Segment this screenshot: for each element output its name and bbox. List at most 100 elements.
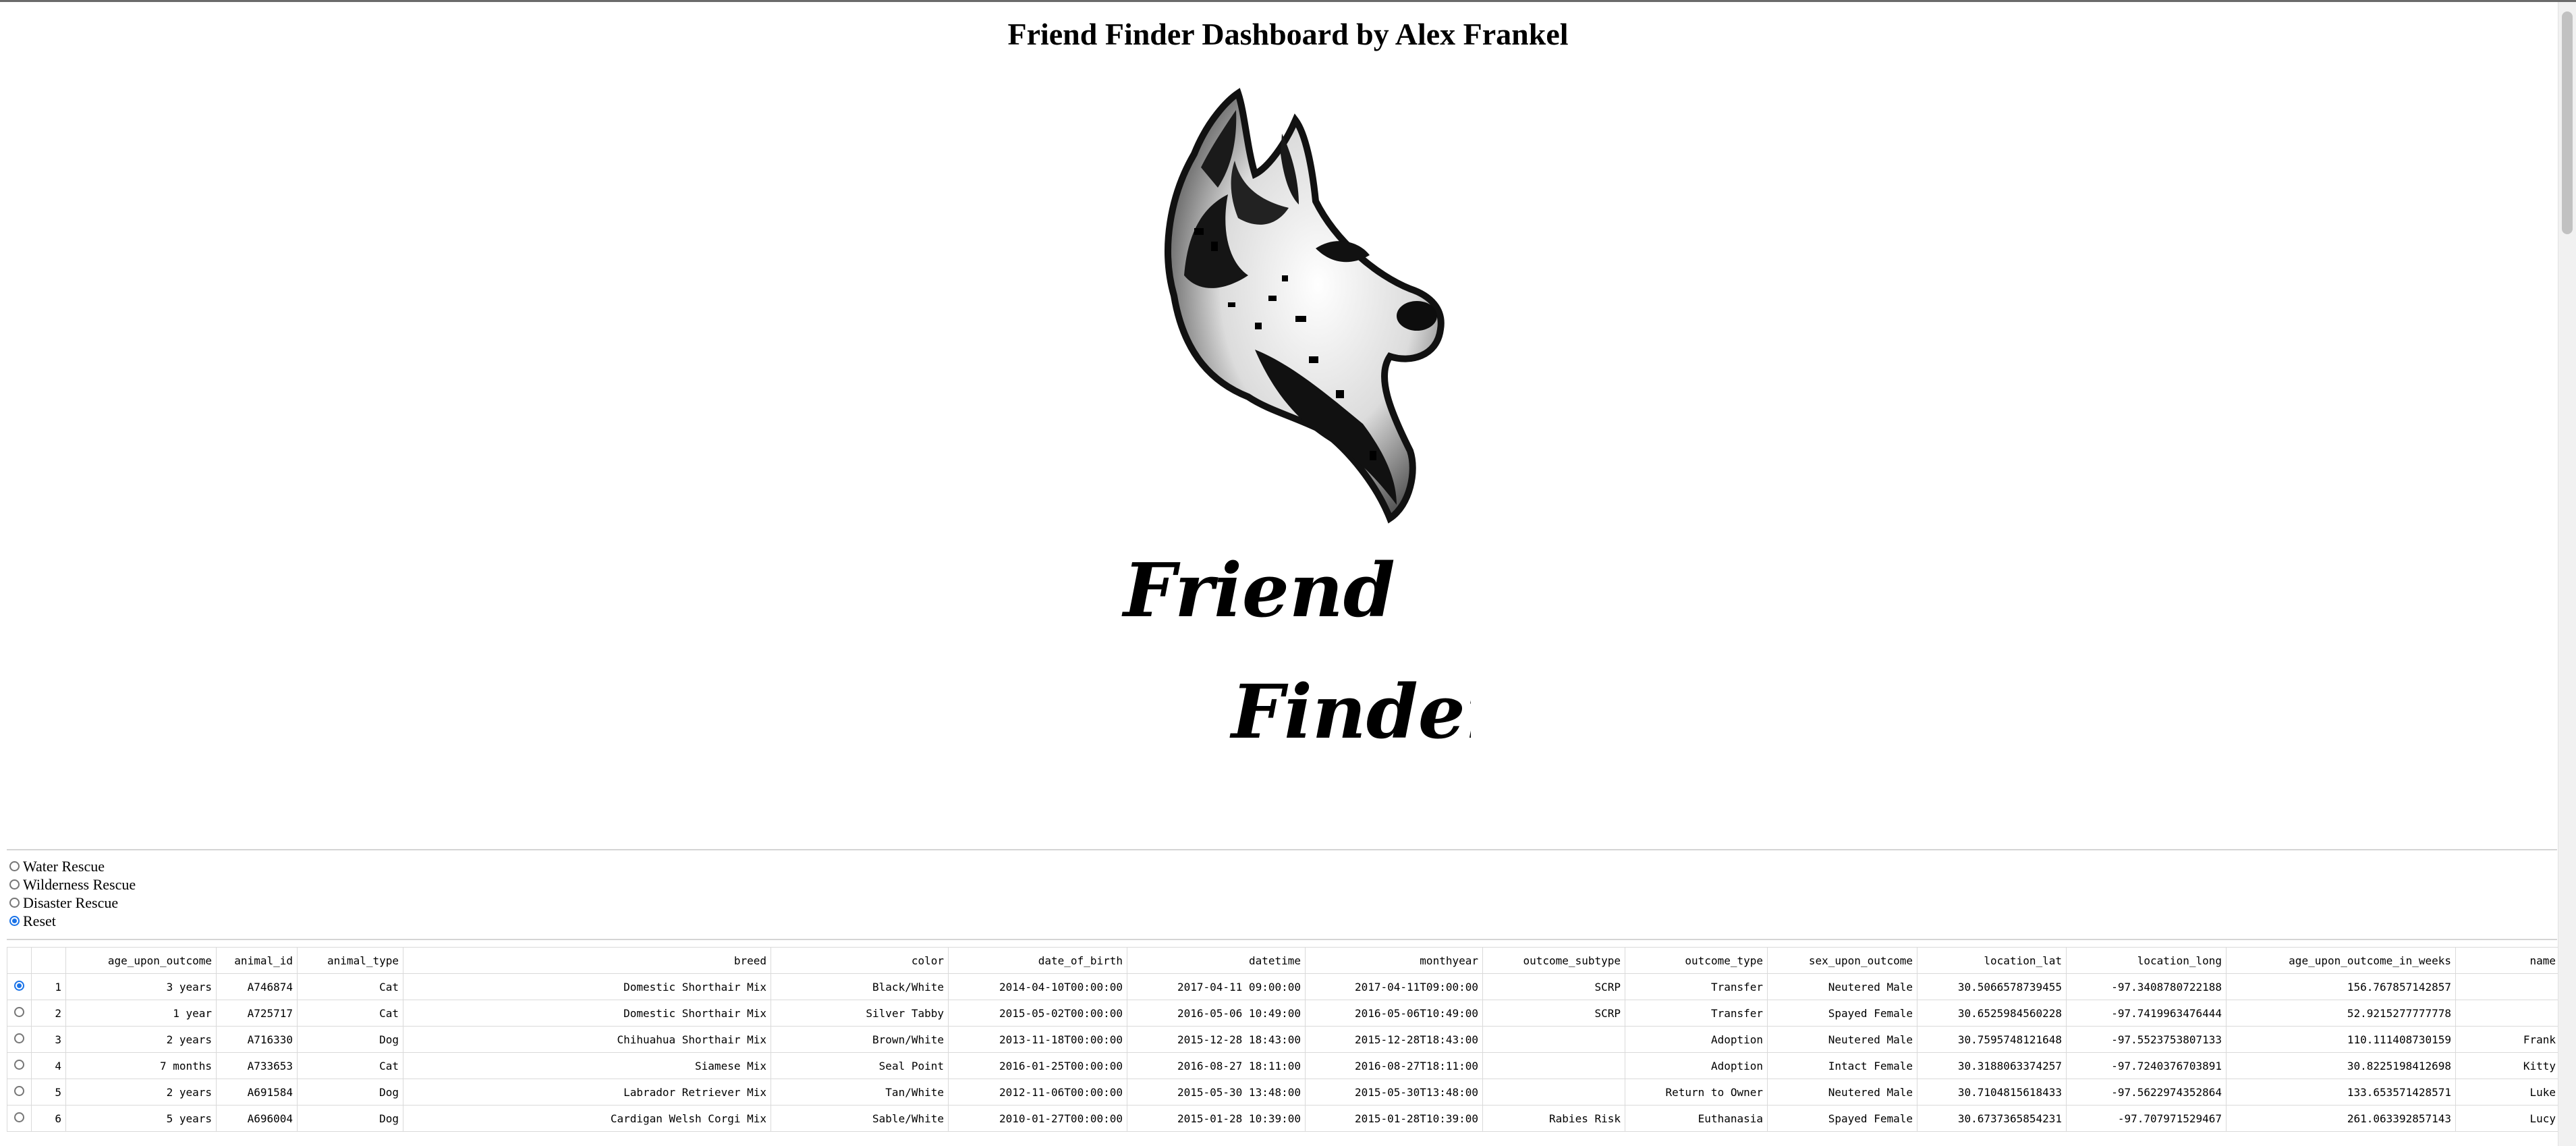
table-row[interactable]: 65 years A696004 Dog Cardigan Welsh Corgi M… (7, 1105, 2560, 1132)
column-header-animal-type[interactable]: animal_type (297, 947, 403, 974)
row-select-radio[interactable] (7, 1105, 32, 1132)
table-cell: Neutered Male (1767, 973, 1917, 1000)
table-cell: Tan/White (771, 1079, 949, 1106)
column-header-outcome-subtype[interactable]: outcome_subtype (1482, 947, 1625, 974)
table-cell: Domestic Shorthair Mix (403, 973, 771, 1000)
table-cell: 5 years (65, 1105, 217, 1132)
table-cell: Rabies Risk (1482, 1105, 1625, 1132)
animal-outcomes-table: age_upon_outcome animal_id animal_type b… (7, 947, 2560, 1132)
filter-option-water-rescue[interactable]: Water Rescue (9, 857, 136, 875)
filter-option-disaster-rescue[interactable]: Disaster Rescue (9, 894, 136, 912)
table-cell: 2013-11-18T00:00:00 (948, 1026, 1127, 1053)
table-row[interactable]: 13 years A746874 Cat Domestic Shorthair Mix… (7, 973, 2560, 1000)
husky-logo-image: Friend Finder (1121, 88, 1471, 748)
table-cell: Sable/White (771, 1105, 949, 1132)
table-cell: 2015-01-28 10:39:00 (1127, 1105, 1306, 1132)
table-cell: -97.707971529467 (2066, 1105, 2227, 1132)
column-header-animal-id[interactable]: animal_id (216, 947, 298, 974)
table-cell: 7 months (65, 1052, 217, 1079)
row-select-radio[interactable] (7, 973, 32, 1000)
column-header-sex-upon-outcome[interactable]: sex_upon_outcome (1767, 947, 1917, 974)
table-cell: Neutered Male (1767, 1079, 1917, 1106)
table-cell (1482, 1026, 1625, 1053)
radio-reset[interactable] (9, 916, 20, 926)
table-cell: 2015-12-28 18:43:00 (1127, 1026, 1306, 1053)
table-row[interactable]: 21 year A725717 Cat Domestic Shorthair Mix S… (7, 1000, 2560, 1027)
column-header-location-long[interactable]: location_long (2066, 947, 2227, 974)
table-cell: Adoption (1625, 1052, 1768, 1079)
table-cell: Transfer (1625, 973, 1768, 1000)
page-title: Friend Finder Dashboard by Alex Frankel (1007, 17, 1569, 51)
filter-option-wilderness-rescue[interactable]: Wilderness Rescue (9, 875, 136, 894)
table-cell: Frank (2455, 1026, 2560, 1053)
column-header-age-upon-outcome[interactable]: age_upon_outcome (65, 947, 217, 974)
column-header-color[interactable]: color (771, 947, 949, 974)
table-cell (2455, 1000, 2560, 1027)
rescue-type-filter: Water Rescue Wilderness Rescue Disaster … (9, 857, 136, 930)
table-cell: 2 (31, 1000, 66, 1027)
table-row[interactable]: 32 years A716330 Dog Chihuahua Shorthair Mi… (7, 1026, 2560, 1053)
row-select-radio[interactable] (7, 1000, 32, 1027)
table-cell: 30.7104815618433 (1917, 1079, 2067, 1106)
table-cell: 133.653571428571 (2226, 1079, 2456, 1106)
column-header-breed[interactable]: breed (403, 947, 771, 974)
table-cell: Brown/White (771, 1026, 949, 1053)
table-cell: Seal Point (771, 1052, 949, 1079)
vertical-scrollbar[interactable] (2558, 2, 2576, 1146)
row-radio-icon[interactable] (14, 1006, 24, 1017)
row-select-radio[interactable] (7, 1052, 32, 1079)
column-header-monthyear[interactable]: monthyear (1305, 947, 1483, 974)
table-cell: 2016-01-25T00:00:00 (948, 1052, 1127, 1079)
filter-label-water-rescue: Water Rescue (23, 857, 105, 875)
table-cell: 2017-04-11 09:00:00 (1127, 973, 1306, 1000)
row-radio-icon[interactable] (14, 1059, 24, 1070)
table-cell: -97.5523753807133 (2066, 1026, 2227, 1053)
table-cell: 6 (31, 1105, 66, 1132)
table-cell: 1 (31, 973, 66, 1000)
table-cell: -97.7240376703891 (2066, 1052, 2227, 1079)
column-header-datetime[interactable]: datetime (1127, 947, 1306, 974)
table-row[interactable]: 52 years A691584 Dog Labrador Retriever Mix… (7, 1079, 2560, 1106)
table-cell: 2015-05-02T00:00:00 (948, 1000, 1127, 1027)
column-header-age-in-weeks[interactable]: age_upon_outcome_in_weeks (2226, 947, 2456, 974)
row-radio-icon[interactable] (14, 1112, 24, 1122)
radio-water-rescue[interactable] (9, 861, 20, 871)
row-radio-icon[interactable] (14, 980, 24, 991)
table-cell: Siamese Mix (403, 1052, 771, 1079)
table-cell: Euthanasia (1625, 1105, 1768, 1132)
table-cell: 1 year (65, 1000, 217, 1027)
table-cell: 2015-05-30T13:48:00 (1305, 1079, 1483, 1106)
row-select-radio[interactable] (7, 1026, 32, 1053)
svg-text:Finder: Finder (1229, 668, 1471, 748)
column-header-date-of-birth[interactable]: date_of_birth (948, 947, 1127, 974)
table-cell: 2016-05-06 10:49:00 (1127, 1000, 1306, 1027)
table-cell: Lucy (2455, 1105, 2560, 1132)
table-cell: 2015-05-30 13:48:00 (1127, 1079, 1306, 1106)
row-radio-icon[interactable] (14, 1085, 24, 1096)
column-header-location-lat[interactable]: location_lat (1917, 947, 2067, 974)
row-radio-icon[interactable] (14, 1033, 24, 1043)
table-cell: A746874 (216, 973, 298, 1000)
filter-option-reset[interactable]: Reset (9, 912, 136, 930)
table-cell: 30.6737365854231 (1917, 1105, 2067, 1132)
table-cell: 3 years (65, 973, 217, 1000)
table-cell: A716330 (216, 1026, 298, 1053)
table-cell: 30.8225198412698 (2226, 1052, 2456, 1079)
table-cell: SCRP (1482, 1000, 1625, 1027)
radio-disaster-rescue[interactable] (9, 898, 20, 908)
table-row[interactable]: 47 months A733653 Cat Siamese Mix Seal Point… (7, 1052, 2560, 1079)
radio-wilderness-rescue[interactable] (9, 879, 20, 890)
column-header-select (7, 947, 32, 974)
column-header-outcome-type[interactable]: outcome_type (1625, 947, 1768, 974)
column-header-index (31, 947, 66, 974)
window-top-border (0, 0, 2576, 2)
table-cell: 5 (31, 1079, 66, 1106)
column-header-name[interactable]: name (2455, 947, 2560, 974)
row-select-radio[interactable] (7, 1079, 32, 1106)
scrollbar-thumb[interactable] (2562, 11, 2573, 234)
table-cell: Luke (2455, 1079, 2560, 1106)
table-cell: Kitty (2455, 1052, 2560, 1079)
table-cell: 2015-01-28T10:39:00 (1305, 1105, 1483, 1132)
table-header-row: age_upon_outcome animal_id animal_type b… (7, 947, 2560, 974)
table-cell: A696004 (216, 1105, 298, 1132)
